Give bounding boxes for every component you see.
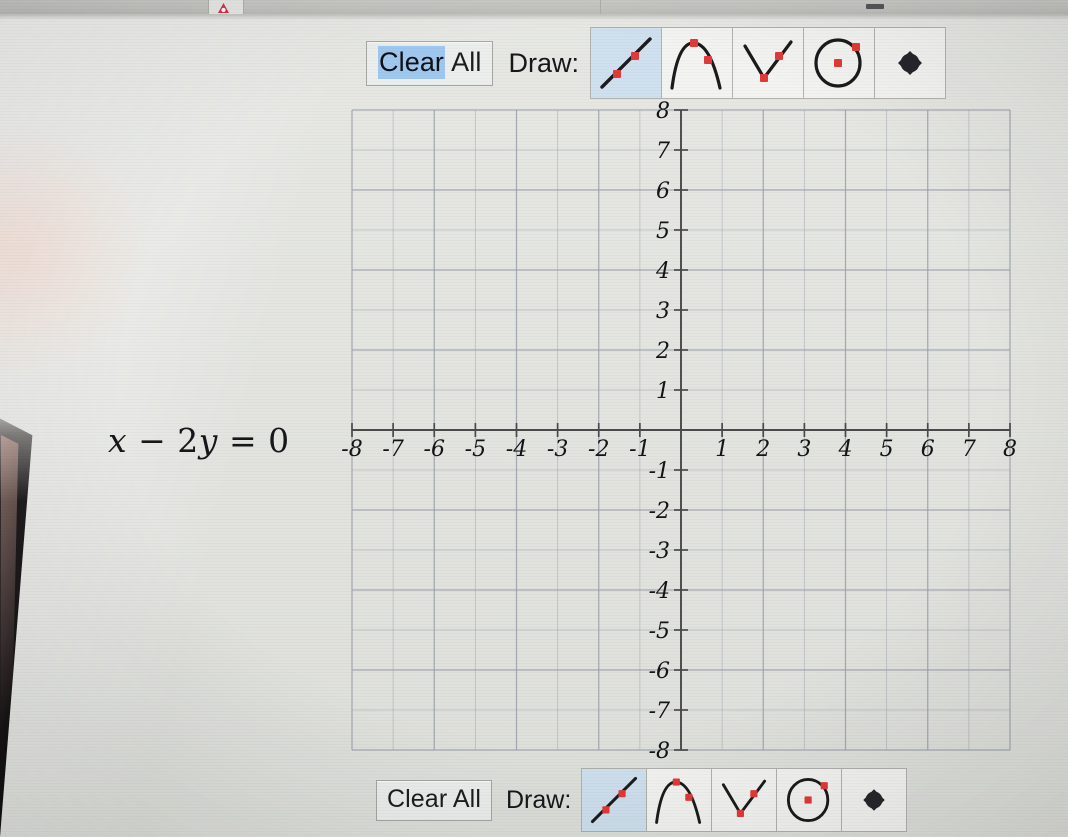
x-tick-label: 8: [1003, 437, 1017, 462]
absolute-value-tool-icon: [718, 774, 770, 826]
x-tick-label: 1: [715, 437, 729, 462]
line-tool-icon: [588, 774, 640, 826]
absolute-value-tool-button-bottom[interactable]: [711, 768, 778, 832]
x-tick-label: 3: [797, 437, 811, 462]
x-tick-label: -4: [506, 437, 527, 462]
equation-label: x − 2y = 0: [108, 421, 290, 460]
clear-all-selected-text: Clear: [378, 45, 446, 79]
line-tool-icon: [597, 34, 655, 92]
point-tool-icon: [848, 774, 900, 826]
y-tick-label: -3: [649, 539, 670, 564]
chrome-shadow: [0, 14, 1068, 20]
x-tick-label: 6: [921, 437, 935, 462]
x-tick-label: 2: [755, 437, 770, 462]
parabola-tool-button-bottom[interactable]: [646, 768, 713, 832]
y-tick-label: -8: [649, 739, 670, 764]
y-tick-label: 4: [655, 259, 670, 284]
x-tick-label: 7: [962, 437, 976, 462]
draw-tool-strip-bottom: [581, 768, 908, 832]
point-tool-button-bottom[interactable]: [841, 768, 908, 832]
parabola-tool-button-top[interactable]: [660, 27, 733, 99]
x-tick-label: -7: [382, 437, 403, 462]
line-tool-button-top[interactable]: [589, 27, 662, 99]
parabola-tool-icon: [653, 774, 705, 826]
point-tool-icon: [881, 34, 939, 92]
clear-all-rest-text: All: [445, 46, 482, 77]
graph-svg[interactable]: -8 -7 -6 -5 -4 -3 -2 -1 1 2 3 4 5 6 7 8 8 7 6 5 4 3 2 1 -1 -2 -3 -4…: [330, 96, 1030, 768]
y-tick-label: 1: [656, 379, 670, 404]
minimize-button[interactable]: [866, 4, 884, 9]
draw-label-bottom: Draw:: [506, 785, 572, 814]
x-tick-label: 5: [880, 437, 894, 462]
y-tick-label: 8: [656, 99, 670, 124]
parabola-tool-icon: [668, 34, 726, 92]
circle-tool-button-bottom[interactable]: [776, 768, 843, 832]
y-tick-label: 5: [656, 219, 670, 244]
axis-lines: [352, 110, 1010, 750]
x-tick-label: -8: [341, 437, 362, 462]
point-tool-button-top[interactable]: [873, 27, 946, 99]
circle-tool-icon: [810, 34, 868, 92]
x-tick-label: 4: [838, 437, 853, 462]
y-tick-label: -2: [649, 499, 670, 524]
x-tick-label: -5: [465, 437, 486, 462]
y-tick-label: -6: [649, 659, 670, 684]
y-tick-label: 3: [656, 299, 670, 324]
toolbar-top: Clear All Draw:: [366, 27, 946, 99]
clear-all-button-top[interactable]: Clear All: [366, 40, 494, 86]
clear-all-button-bottom[interactable]: Clear All: [376, 779, 492, 821]
draw-label-top: Draw:: [508, 47, 579, 78]
absolute-value-tool-button-top[interactable]: [731, 27, 804, 99]
circle-tool-icon: [783, 774, 835, 826]
y-tick-label: -1: [649, 459, 670, 484]
y-tick-label: -5: [649, 619, 670, 644]
x-tick-label: -2: [588, 437, 609, 462]
equation-equals: =: [228, 421, 258, 460]
x-tick-label: -6: [424, 437, 445, 462]
y-tick-label: 7: [656, 139, 670, 164]
equation-y: y: [198, 421, 218, 460]
circle-tool-button-top[interactable]: [802, 27, 875, 99]
equation-coefficient: 2: [177, 421, 199, 460]
equation-x: x: [108, 421, 128, 460]
y-tick-label: 6: [656, 179, 670, 204]
draw-tool-strip-top: [589, 27, 946, 99]
axis-tick-labels: -8 -7 -6 -5 -4 -3 -2 -1 1 2 3 4 5 6 7 8 8 7 6 5 4 3 2 1 -1 -2 -3 -4…: [341, 99, 1017, 764]
y-tick-label: -7: [649, 699, 670, 724]
screenshot-root: x − 2y = 0 Clear All Draw: -8 -7 -6 -5 -…: [0, 0, 1068, 837]
absolute-value-tool-icon: [739, 34, 797, 92]
coordinate-grid[interactable]: -8 -7 -6 -5 -4 -3 -2 -1 1 2 3 4 5 6 7 8 8 7 6 5 4 3 2 1 -1 -2 -3 -4…: [330, 96, 1030, 768]
x-tick-label: -3: [547, 437, 568, 462]
browser-chrome-strip: [0, 0, 1068, 14]
toolbar-bottom: Clear All Draw:: [376, 768, 908, 832]
x-tick-label: -1: [629, 437, 650, 462]
tab-favicon-icon: [216, 1, 231, 13]
y-tick-label: 2: [655, 339, 670, 364]
y-tick-label: -4: [649, 579, 670, 604]
equation-minus: −: [138, 421, 167, 460]
chrome-divider: [600, 0, 601, 14]
line-tool-button-bottom[interactable]: [581, 768, 648, 832]
equation-rhs: 0: [268, 421, 290, 460]
